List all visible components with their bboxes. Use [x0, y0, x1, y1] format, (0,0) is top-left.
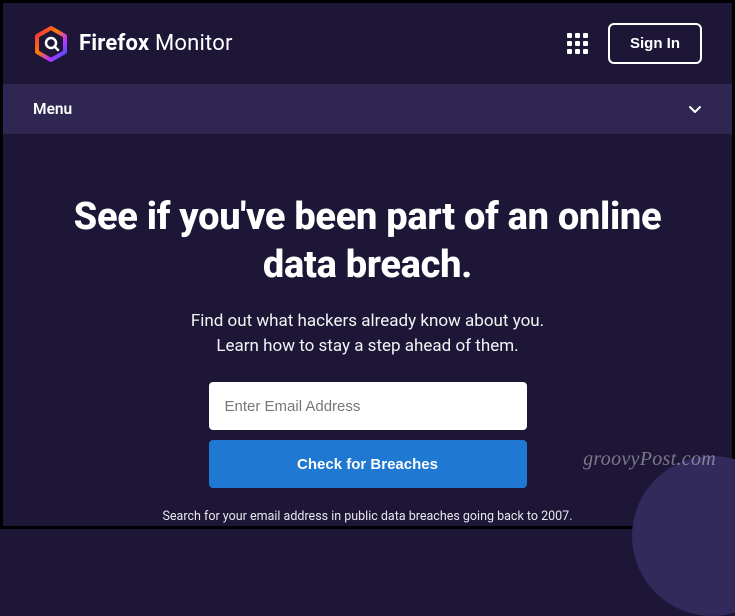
firefox-monitor-logo-icon — [33, 26, 69, 62]
email-input[interactable] — [209, 382, 527, 430]
menu-label: Menu — [33, 100, 72, 118]
check-breaches-button[interactable]: Check for Breaches — [209, 440, 527, 488]
sign-in-button[interactable]: Sign In — [608, 23, 702, 64]
menu-toggle[interactable]: Menu — [3, 84, 732, 134]
brand-name: Firefox Monitor — [79, 31, 233, 56]
header-actions: Sign In — [567, 23, 702, 64]
breach-check-form: Check for Breaches Search for your email… — [43, 382, 692, 526]
hero-title: See if you've been part of an online dat… — [43, 194, 692, 289]
chevron-down-icon — [688, 102, 702, 116]
header: Firefox Monitor Sign In — [3, 3, 732, 84]
hero-subtitle: Find out what hackers already know about… — [43, 309, 692, 358]
apps-grid-icon[interactable] — [567, 33, 588, 54]
hero-section: See if you've been part of an online dat… — [3, 134, 732, 526]
brand-logo[interactable]: Firefox Monitor — [33, 26, 233, 62]
form-small-print: Search for your email address in public … — [162, 508, 572, 526]
